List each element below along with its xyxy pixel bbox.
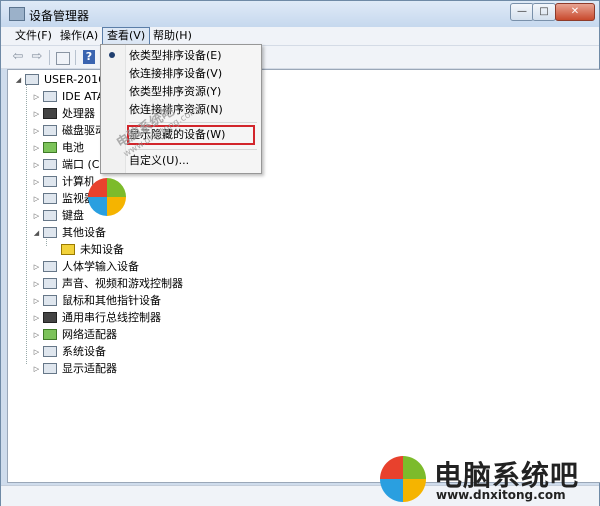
menu-separator [129,149,257,150]
close-button[interactable]: ✕ [555,3,595,21]
other-devices-icon [43,227,57,238]
forward-arrow-icon[interactable]: ⇨ [29,49,45,65]
tree-item-label: 鼠标和其他指针设备 [62,294,161,307]
toolbar-divider [75,50,76,65]
window-title: 设备管理器 [29,9,90,23]
menu-bar: 文件(F) 操作(A) 查看(V) 帮助(H) [1,27,599,46]
tree-item-label: IDE ATA [62,90,105,103]
expand-arrow-icon[interactable]: ▷ [32,106,41,122]
menu-help[interactable]: 帮助(H) [149,27,196,45]
tree-guide-line [26,84,27,364]
network-icon [43,329,57,340]
expand-arrow-icon[interactable]: ▷ [32,174,41,190]
title-bar: 设备管理器 — □ ✕ [1,1,599,27]
tree-item-label: 人体学输入设备 [62,260,139,273]
keyboard-icon [43,210,57,221]
ide-icon [43,91,57,102]
maximize-button[interactable]: □ [532,3,556,21]
expand-arrow-icon[interactable]: ▷ [32,208,41,224]
expand-arrow-icon[interactable]: ▷ [32,327,41,343]
back-arrow-icon[interactable]: ⇦ [10,49,26,65]
help-icon[interactable]: ? [83,50,95,64]
watermark-url-text: www.dnxitong.com [436,488,566,502]
collapse-arrow-icon[interactable]: ◢ [32,225,41,241]
display-icon [43,363,57,374]
tree-item-label: 键盘 [62,209,84,222]
expand-arrow-icon[interactable]: ▷ [32,191,41,207]
device-manager-icon [9,7,25,21]
menu-file[interactable]: 文件(F) [11,27,56,45]
expand-arrow-icon[interactable]: ▷ [32,361,41,377]
expand-arrow-icon[interactable]: ▷ [32,123,41,139]
expand-arrow-icon[interactable]: ▷ [32,276,41,292]
tree-item-label: 未知设备 [80,243,124,256]
processor-icon [43,108,57,119]
menu-item-sort-devices-by-connection[interactable]: 依连接排序设备(V) [129,65,222,83]
tree-item-label: 通用串行总线控制器 [62,311,161,324]
expand-arrow-icon[interactable]: ▷ [32,310,41,326]
system-icon [43,346,57,357]
show-hide-console-icon[interactable] [56,52,70,65]
tree-item-label: 网络适配器 [62,328,117,341]
tree-item-label: 显示适配器 [62,362,117,375]
disk-icon [43,125,57,136]
toolbar-divider [49,50,50,65]
tree-item-label: 声音、视频和游戏控制器 [62,277,183,290]
device-manager-window: 设备管理器 — □ ✕ 文件(F) 操作(A) 查看(V) 帮助(H) ⇦ ⇨ … [0,0,600,506]
expand-arrow-icon[interactable]: ▷ [32,157,41,173]
expand-arrow-icon[interactable]: ▷ [32,89,41,105]
battery-icon [43,142,57,153]
tree-item-label: 处理器 [62,107,95,120]
device-tree: ◢ USER-20160 ▷ IDE ATA ▷ 处理器 ▷ 磁盘驱动 ▷ 电池… [7,69,600,483]
expand-arrow-icon[interactable]: ▷ [32,140,41,156]
tree-item-label: 系统设备 [62,345,106,358]
menu-icon-strip [101,45,126,173]
mouse-icon [43,295,57,306]
radio-bullet-icon [109,52,115,58]
toolbar: ⇦ ⇨ ? [1,46,599,69]
port-icon [43,159,57,170]
menu-view[interactable]: 查看(V) [102,27,151,45]
computer-icon [25,74,39,85]
watermark-logo-icon [88,178,126,216]
tree-item-label: 其他设备 [62,226,106,239]
expand-arrow-icon[interactable]: ▷ [32,259,41,275]
minimize-button[interactable]: — [510,3,534,21]
sound-icon [43,278,57,289]
expand-arrow-icon[interactable]: ▷ [32,344,41,360]
collapse-arrow-icon[interactable]: ◢ [14,72,23,88]
computer-icon [43,176,57,187]
hid-icon [43,261,57,272]
usb-icon [43,312,57,323]
menu-action[interactable]: 操作(A) [56,27,102,45]
unknown-device-icon [61,244,75,255]
menu-item-customize[interactable]: 自定义(U)... [129,152,189,170]
menu-item-sort-devices-by-type[interactable]: 依类型排序设备(E) [129,47,222,65]
brand-logo-icon [380,456,426,502]
tree-item-label: 电池 [62,141,84,154]
expand-arrow-icon[interactable]: ▷ [32,293,41,309]
monitor-icon [43,193,57,204]
